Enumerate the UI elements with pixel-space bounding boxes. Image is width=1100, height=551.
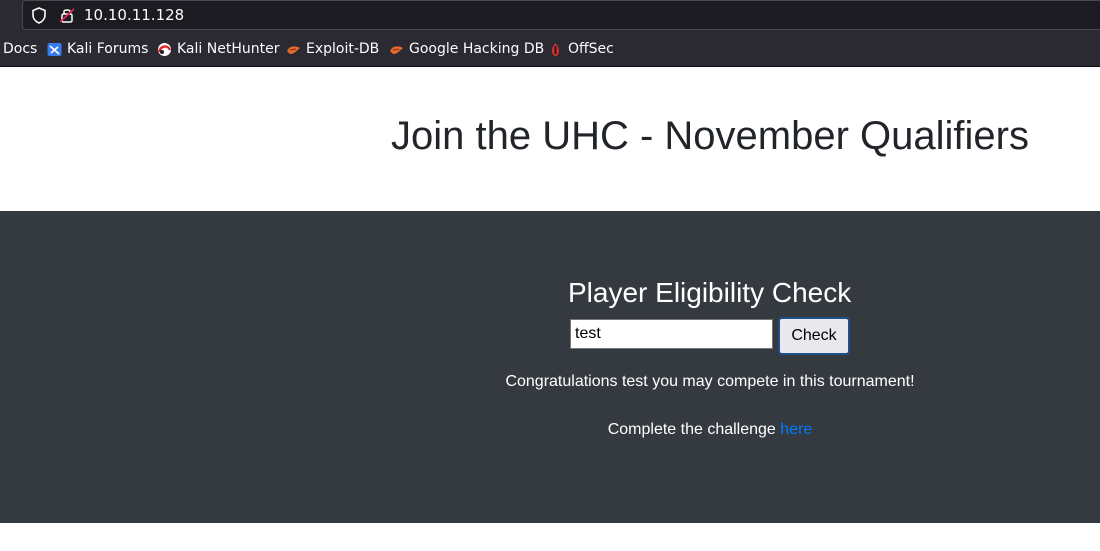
- bookmark-label: Docs: [3, 41, 38, 57]
- bookmark-label: OffSec: [568, 41, 614, 57]
- offsec-icon: [548, 42, 563, 57]
- kali-nethunter-icon: [157, 42, 172, 57]
- exploit-db-icon: [286, 42, 301, 57]
- eligibility-section: Player Eligibility Check Check Congratul…: [0, 211, 1100, 523]
- bookmark-label: Kali Forums: [67, 41, 149, 57]
- bookmarks-toolbar: Docs Kali Forums Kali NetHunter Exploit-…: [0, 32, 1100, 67]
- shield-icon[interactable]: [31, 7, 47, 29]
- url-bar[interactable]: 10.10.11.128: [22, 0, 1100, 30]
- kali-forums-icon: [47, 42, 62, 57]
- ghdb-icon: [389, 42, 404, 57]
- browser-toolbar: 10.10.11.128: [0, 0, 1100, 32]
- bookmark-google-hacking-db[interactable]: Google Hacking DB: [389, 41, 544, 57]
- bookmark-kali-forums[interactable]: Kali Forums: [47, 41, 148, 57]
- bookmark-label: Google Hacking DB: [409, 41, 545, 57]
- bookmark-exploit-db[interactable]: Exploit-DB: [286, 41, 379, 57]
- url-text[interactable]: 10.10.11.128: [84, 6, 184, 24]
- player-name-input[interactable]: [570, 319, 773, 349]
- page-title: Join the UHC - November Qualifiers: [391, 114, 1029, 158]
- check-button[interactable]: Check: [778, 317, 850, 355]
- challenge-line: Complete the challenge here: [0, 421, 1100, 439]
- insecure-lock-icon[interactable]: [59, 7, 75, 29]
- bookmark-offsec[interactable]: OffSec: [548, 41, 614, 57]
- result-message: Congratulations test you may compete in …: [505, 373, 915, 390]
- page-header: Join the UHC - November Qualifiers: [0, 67, 1100, 211]
- bookmark-label: Exploit-DB: [306, 41, 380, 57]
- bookmark-label: Kali NetHunter: [177, 41, 280, 57]
- section-heading: Player Eligibility Check: [568, 277, 852, 308]
- bookmark-kali-nethunter[interactable]: Kali NetHunter: [157, 41, 279, 57]
- challenge-text: Complete the challenge: [607, 421, 776, 438]
- challenge-link[interactable]: here: [780, 421, 812, 438]
- bookmark-docs[interactable]: Docs: [3, 41, 37, 57]
